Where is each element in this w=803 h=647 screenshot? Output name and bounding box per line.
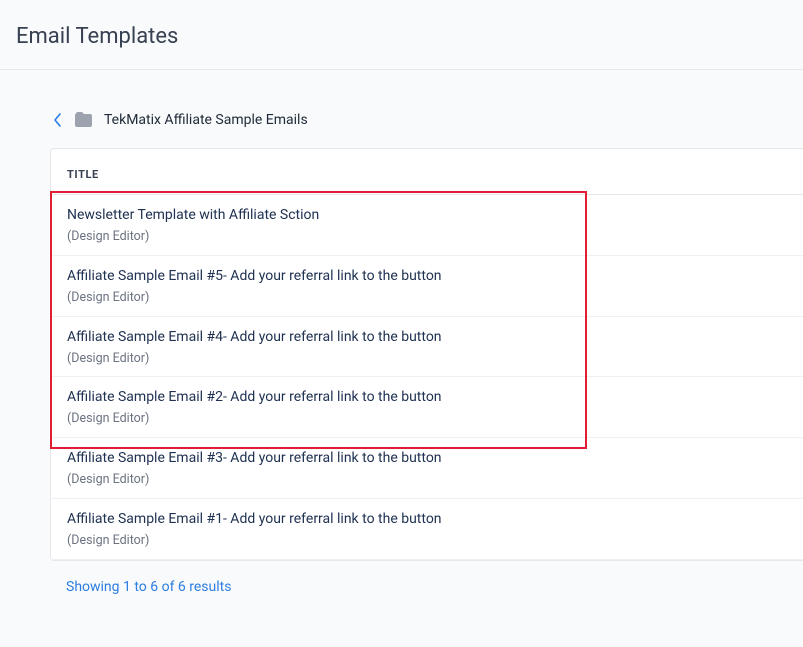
table-row[interactable]: Affiliate Sample Email #1- Add your refe… bbox=[51, 499, 803, 560]
content-inner: TekMatix Affiliate Sample Emails TITLE N… bbox=[50, 110, 803, 613]
template-title: Affiliate Sample Email #1- Add your refe… bbox=[67, 509, 787, 530]
table-row[interactable]: Affiliate Sample Email #5- Add your refe… bbox=[51, 256, 803, 317]
page-header: Email Templates bbox=[0, 0, 803, 70]
table-row[interactable]: Affiliate Sample Email #4- Add your refe… bbox=[51, 317, 803, 378]
template-editor-type: (Design Editor) bbox=[67, 350, 787, 369]
folder-icon bbox=[74, 110, 94, 130]
template-editor-type: (Design Editor) bbox=[67, 471, 787, 490]
template-title: Affiliate Sample Email #2- Add your refe… bbox=[67, 387, 787, 408]
templates-table: TITLE Newsletter Template with Affiliate… bbox=[50, 148, 803, 561]
page-title: Email Templates bbox=[16, 24, 787, 49]
breadcrumb-folder-name[interactable]: TekMatix Affiliate Sample Emails bbox=[104, 112, 308, 128]
template-editor-type: (Design Editor) bbox=[67, 289, 787, 308]
template-title: Affiliate Sample Email #3- Add your refe… bbox=[67, 448, 787, 469]
template-title: Affiliate Sample Email #5- Add your refe… bbox=[67, 266, 787, 287]
template-title: Newsletter Template with Affiliate Sctio… bbox=[67, 205, 787, 226]
table-row[interactable]: Affiliate Sample Email #3- Add your refe… bbox=[51, 438, 803, 499]
template-editor-type: (Design Editor) bbox=[67, 532, 787, 551]
table-row[interactable]: Affiliate Sample Email #2- Add your refe… bbox=[51, 377, 803, 438]
column-title-label: TITLE bbox=[67, 168, 99, 181]
template-title: Affiliate Sample Email #4- Add your refe… bbox=[67, 327, 787, 348]
content-area: TekMatix Affiliate Sample Emails TITLE N… bbox=[0, 70, 803, 613]
chevron-left-icon[interactable] bbox=[50, 113, 64, 127]
table-row[interactable]: Newsletter Template with Affiliate Sctio… bbox=[51, 195, 803, 256]
template-editor-type: (Design Editor) bbox=[67, 410, 787, 429]
table-header: TITLE bbox=[51, 149, 803, 195]
template-editor-type: (Design Editor) bbox=[67, 228, 787, 247]
breadcrumb: TekMatix Affiliate Sample Emails bbox=[50, 110, 803, 130]
pagination-results: Showing 1 to 6 of 6 results bbox=[50, 561, 803, 613]
